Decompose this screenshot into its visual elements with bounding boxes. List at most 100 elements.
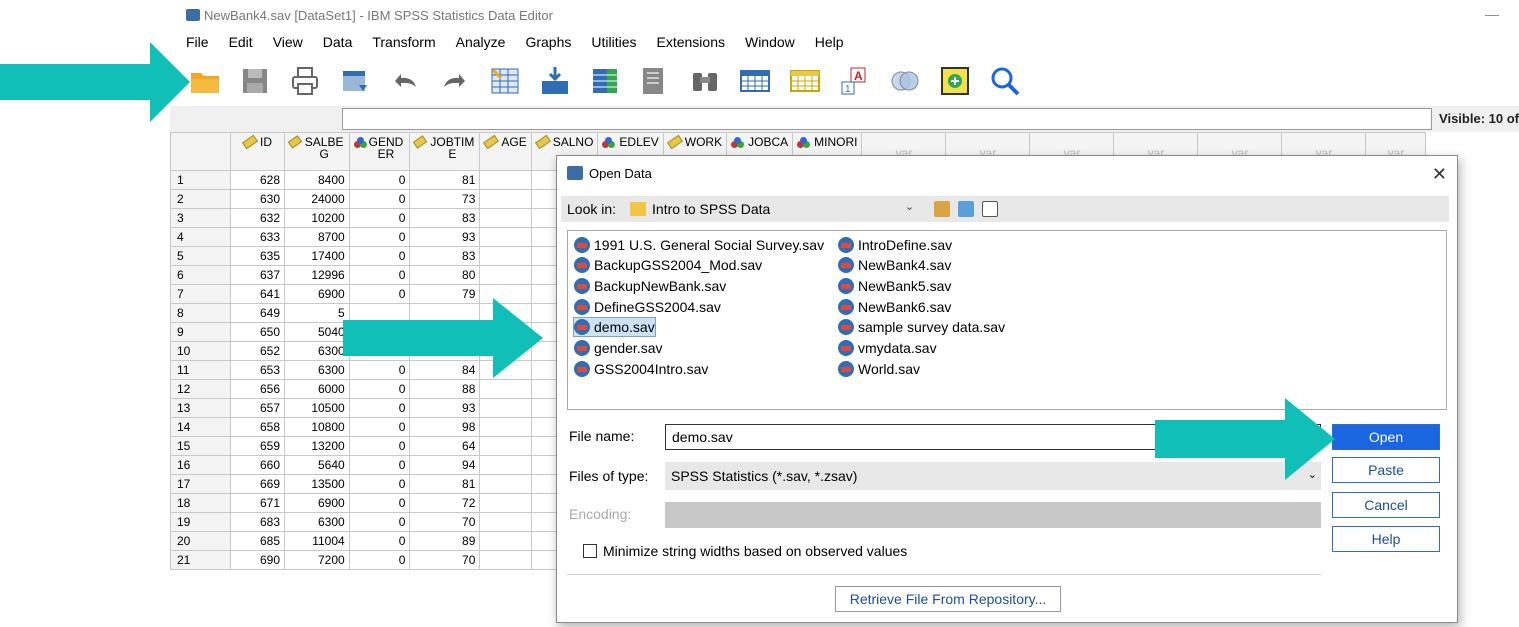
row-number[interactable]: 14	[170, 417, 231, 437]
grid-cell[interactable]: 5640	[284, 455, 350, 475]
grid-cell[interactable]: 637	[230, 265, 285, 285]
grid-cell[interactable]: 93	[409, 227, 481, 247]
grid-cell[interactable]: 6300	[284, 341, 350, 361]
grid-cell[interactable]: 6900	[284, 493, 350, 513]
menu-help[interactable]: Help	[815, 34, 844, 50]
list-item[interactable]: gender.sav	[574, 338, 663, 358]
grid-cell[interactable]: 7200	[284, 550, 350, 570]
grid-cell[interactable]: 10200	[284, 208, 350, 228]
grid-cell[interactable]: 83	[409, 246, 481, 266]
grid-cell[interactable]: 669	[230, 474, 285, 494]
grid-cell[interactable]: 83	[409, 208, 481, 228]
grid-cell[interactable]: 17400	[284, 246, 350, 266]
grid-cell[interactable]: 650	[230, 322, 285, 342]
grid-cell[interactable]: 8700	[284, 227, 350, 247]
cell-value-input[interactable]	[342, 108, 1432, 130]
row-number[interactable]: 11	[170, 360, 231, 380]
grid-cell[interactable]: 81	[409, 170, 481, 190]
insert-cases-icon[interactable]	[738, 64, 772, 98]
value-labels-icon[interactable]: A1	[838, 64, 872, 98]
redo-icon[interactable]	[438, 64, 472, 98]
row-number[interactable]: 5	[170, 246, 231, 266]
grid-cell[interactable]: 98	[409, 417, 481, 437]
row-number[interactable]: 7	[170, 284, 231, 304]
column-header[interactable]: ID	[230, 132, 285, 171]
grid-cell[interactable]: 653	[230, 360, 285, 380]
column-header[interactable]: SALBE G	[284, 132, 350, 171]
list-item[interactable]: NewBank5.sav	[838, 276, 951, 296]
row-number[interactable]: 8	[170, 303, 231, 323]
open-folder-icon[interactable]	[188, 64, 222, 98]
grid-cell[interactable]: 5	[284, 303, 350, 323]
grid-cell[interactable]: 70	[409, 550, 481, 570]
grid-cell[interactable]: 10800	[284, 417, 350, 437]
grid-cell[interactable]	[479, 246, 532, 266]
grid-cell[interactable]: 0	[348, 550, 411, 570]
variables-icon[interactable]	[588, 64, 622, 98]
grid-cell[interactable]: 6900	[284, 284, 350, 304]
open-button[interactable]: Open	[1332, 424, 1440, 450]
grid-cell[interactable]	[479, 493, 532, 513]
grid-cell[interactable]: 0	[348, 512, 411, 532]
grid-cell[interactable]	[479, 379, 532, 399]
grid-cell[interactable]: 0	[348, 455, 411, 475]
list-item[interactable]: GSS2004Intro.sav	[574, 359, 708, 379]
grid-cell[interactable]: 0	[348, 227, 411, 247]
grid-cell[interactable]: 73	[409, 189, 481, 209]
grid-cell[interactable]: 0	[348, 189, 411, 209]
grid-cell[interactable]: 652	[230, 341, 285, 361]
list-item[interactable]: DefineGSS2004.sav	[574, 297, 721, 317]
grid-cell[interactable]	[479, 189, 532, 209]
find-icon[interactable]	[688, 64, 722, 98]
view-menu-icon[interactable]	[982, 201, 999, 217]
row-number[interactable]: 1	[170, 170, 231, 190]
retrieve-from-repository-button[interactable]: Retrieve File From Repository...	[835, 586, 1061, 612]
grid-cell[interactable]: 657	[230, 398, 285, 418]
list-item[interactable]: BackupGSS2004_Mod.sav	[574, 255, 762, 275]
list-item[interactable]: 1991 U.S. General Social Survey.sav	[574, 235, 824, 255]
cancel-button[interactable]: Cancel	[1332, 492, 1440, 518]
menu-data[interactable]: Data	[323, 34, 353, 50]
menu-utilities[interactable]: Utilities	[591, 34, 636, 50]
grid-cell[interactable]: 660	[230, 455, 285, 475]
grid-cell[interactable]: 641	[230, 284, 285, 304]
minimize-button[interactable]: —	[1485, 6, 1499, 22]
grid-cell[interactable]: 683	[230, 512, 285, 532]
search-icon[interactable]	[988, 64, 1022, 98]
grid-cell[interactable]: 0	[348, 170, 411, 190]
grid-cell[interactable]: 690	[230, 550, 285, 570]
list-item[interactable]: NewBank4.sav	[838, 255, 951, 275]
row-number[interactable]: 6	[170, 265, 231, 285]
grid-cell[interactable]: 630	[230, 189, 285, 209]
grid-cell[interactable]	[479, 474, 532, 494]
grid-cell[interactable]: 93	[409, 398, 481, 418]
goto-variable-icon[interactable]	[538, 64, 572, 98]
row-number[interactable]: 15	[170, 436, 231, 456]
print-icon[interactable]	[288, 64, 322, 98]
grid-cell[interactable]: 12996	[284, 265, 350, 285]
row-number[interactable]: 17	[170, 474, 231, 494]
menu-extensions[interactable]: Extensions	[657, 34, 725, 50]
paste-button[interactable]: Paste	[1332, 457, 1440, 483]
grid-cell[interactable]: 633	[230, 227, 285, 247]
grid-cell[interactable]: 0	[348, 493, 411, 513]
minimize-string-widths-checkbox[interactable]: Minimize string widths based on observed…	[583, 543, 907, 559]
grid-cell[interactable]: 13200	[284, 436, 350, 456]
grid-cell[interactable]: 685	[230, 531, 285, 551]
grid-cell[interactable]: 671	[230, 493, 285, 513]
row-number[interactable]: 2	[170, 189, 231, 209]
row-number[interactable]: 13	[170, 398, 231, 418]
grid-cell[interactable]: 11004	[284, 531, 350, 551]
list-item[interactable]: NewBank6.sav	[838, 297, 951, 317]
grid-cell[interactable]: 8400	[284, 170, 350, 190]
grid-cell[interactable]	[479, 208, 532, 228]
row-number[interactable]: 10	[170, 341, 231, 361]
grid-cell[interactable]	[479, 398, 532, 418]
grid-cell[interactable]: 72	[409, 493, 481, 513]
menu-edit[interactable]: Edit	[229, 34, 253, 50]
grid-cell[interactable]	[479, 550, 532, 570]
grid-cell[interactable]	[479, 170, 532, 190]
grid-cell[interactable]: 628	[230, 170, 285, 190]
grid-cell[interactable]: 13500	[284, 474, 350, 494]
grid-cell[interactable]: 5040	[284, 322, 350, 342]
